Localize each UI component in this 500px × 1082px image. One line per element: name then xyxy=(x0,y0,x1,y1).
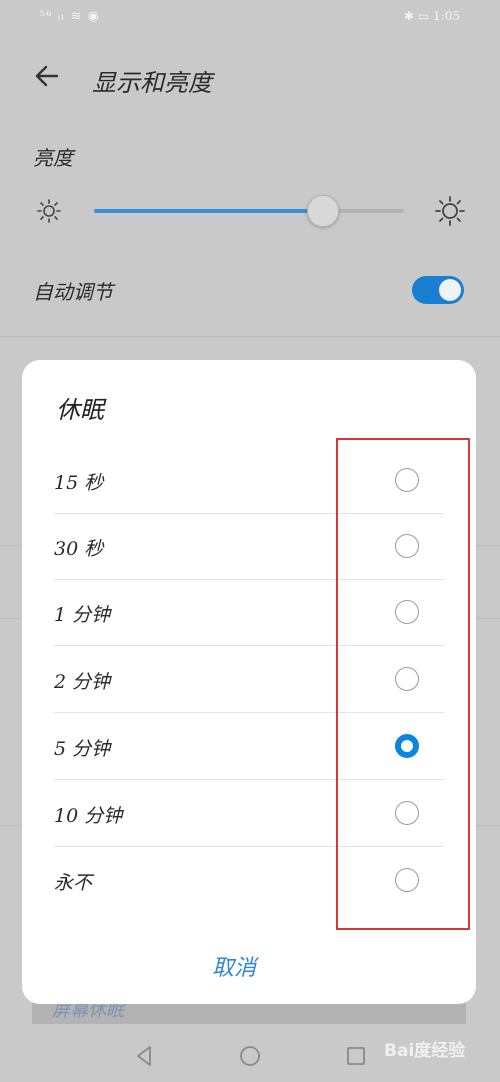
status-bar: ⁵⁶ ᵢₗ ≋ ◉ ✱ ▭ 1:05 xyxy=(0,0,500,36)
nav-back-icon[interactable] xyxy=(132,1044,156,1068)
battery-time: ✱ ▭ 1:05 xyxy=(404,9,460,23)
brightness-low-icon xyxy=(37,199,61,223)
header: 显示和亮度 xyxy=(0,50,500,106)
back-arrow-icon[interactable] xyxy=(33,62,61,90)
option-label: 5 分钟 xyxy=(54,738,111,760)
brightness-high-icon xyxy=(435,196,465,226)
option-label: 永不 xyxy=(54,872,93,894)
nav-home-icon[interactable] xyxy=(238,1044,262,1068)
option-label: 1 分钟 xyxy=(54,604,111,626)
auto-adjust-toggle[interactable] xyxy=(412,276,464,304)
brightness-slider-thumb[interactable] xyxy=(307,195,340,227)
brightness-slider-fill xyxy=(94,209,324,213)
page-title: 显示和亮度 xyxy=(92,69,212,97)
divider xyxy=(0,336,500,337)
signal-icons: ⁵⁶ ᵢₗ ≋ ◉ xyxy=(40,9,100,24)
watermark: Bai度经验 xyxy=(384,1041,466,1061)
brightness-label: 亮度 xyxy=(33,146,73,170)
nav-recents-icon[interactable] xyxy=(344,1044,368,1068)
cancel-button[interactable]: 取消 xyxy=(212,950,256,982)
auto-adjust-label: 自动调节 xyxy=(33,280,113,304)
dialog-title: 休眠 xyxy=(56,396,104,424)
option-label: 2 分钟 xyxy=(54,671,111,693)
annotation-highlight-box xyxy=(336,438,470,930)
option-label: 30 秒 xyxy=(54,538,104,560)
toggle-knob xyxy=(439,279,461,301)
option-label: 15 秒 xyxy=(54,472,104,494)
option-label: 10 分钟 xyxy=(54,805,123,827)
brightness-slider-track[interactable] xyxy=(94,209,404,213)
